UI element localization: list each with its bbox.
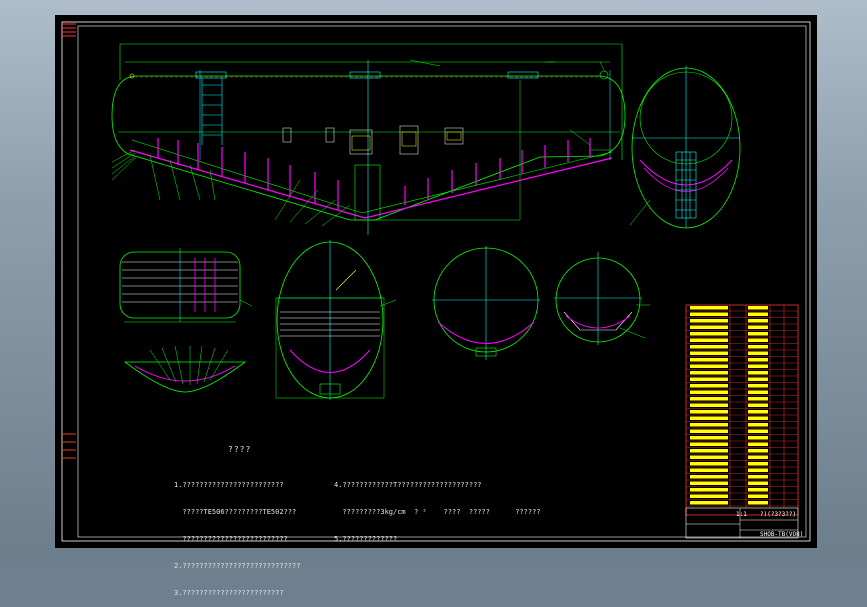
section-d-view bbox=[432, 246, 540, 360]
note-line: 1.???????????????????????? bbox=[174, 481, 284, 489]
table-row-text bbox=[748, 397, 768, 401]
table-row-text bbox=[748, 319, 768, 323]
section-plan-view bbox=[119, 248, 253, 323]
table-row-text bbox=[748, 377, 768, 381]
table-row-text bbox=[748, 436, 768, 440]
end-view-right bbox=[629, 66, 741, 229]
table-row-text bbox=[748, 429, 768, 433]
table-row-text bbox=[690, 390, 728, 394]
table-row-text bbox=[748, 351, 768, 355]
table-row-text bbox=[690, 332, 728, 336]
table-row-text bbox=[690, 351, 728, 355]
table-row-text bbox=[690, 410, 728, 414]
table-row-text bbox=[748, 364, 768, 368]
table-row-text bbox=[690, 429, 728, 433]
table-row-text bbox=[690, 338, 728, 342]
table-row-text bbox=[748, 325, 768, 329]
table-row-text bbox=[690, 358, 728, 362]
table-row-text bbox=[748, 468, 768, 472]
table-row-text bbox=[690, 384, 728, 388]
table-row-text bbox=[748, 410, 768, 414]
note-line: ?????TE506?????????TE502??? bbox=[174, 508, 297, 516]
table-row-text bbox=[690, 423, 728, 427]
table-row-text bbox=[690, 488, 728, 492]
table-row-text bbox=[748, 338, 768, 342]
table-row-text bbox=[748, 423, 768, 427]
table-row-text bbox=[748, 494, 768, 498]
section-e-view bbox=[554, 252, 650, 345]
table-row-text bbox=[748, 345, 768, 349]
table-row-text bbox=[690, 306, 728, 310]
table-row-text bbox=[690, 436, 728, 440]
main-tank-elevation bbox=[111, 43, 626, 235]
section-fan-view bbox=[123, 345, 247, 393]
title-block-scale: 1:1 bbox=[736, 511, 747, 518]
note-line: 3.???????????????????????? bbox=[174, 589, 284, 597]
note-line: ?????????3kg/cm ? ² ???? ????? ?????? bbox=[334, 508, 541, 516]
table-row-text bbox=[690, 416, 728, 420]
notes-title: ???? bbox=[228, 445, 252, 454]
table-row-text bbox=[748, 488, 768, 492]
title-block-name: ?)(?3?3??) bbox=[760, 511, 797, 518]
note-line: 4.????????????T???????????????????? bbox=[334, 481, 482, 489]
table-row-text bbox=[690, 364, 728, 368]
table-row-text bbox=[690, 481, 728, 485]
table-row-text bbox=[748, 442, 768, 446]
section-c-view bbox=[275, 240, 397, 400]
table-row-text bbox=[690, 397, 728, 401]
table-row-text bbox=[748, 462, 768, 466]
notes-column-2: 4.????????????T???????????????????? ????… bbox=[334, 463, 541, 553]
table-row-text bbox=[748, 403, 768, 407]
table-row-text bbox=[690, 475, 728, 479]
note-line: 2.???????????????????????????? bbox=[174, 562, 301, 570]
table-row-text bbox=[690, 403, 728, 407]
note-line: ????????????????????????? bbox=[174, 535, 288, 543]
table-row-text bbox=[690, 455, 728, 459]
table-row-text bbox=[690, 371, 728, 375]
parts-list-table bbox=[685, 304, 799, 539]
table-row-text bbox=[748, 475, 768, 479]
note-line: 5.????????????? bbox=[334, 535, 398, 543]
table-row-text bbox=[690, 501, 728, 505]
table-row-text bbox=[690, 449, 728, 453]
table-row-text bbox=[690, 468, 728, 472]
left-margin-marks bbox=[62, 23, 76, 459]
table-row-text bbox=[748, 455, 768, 459]
table-row-text bbox=[748, 358, 768, 362]
table-row-text bbox=[690, 312, 728, 316]
table-row-text bbox=[748, 332, 768, 336]
table-row-text bbox=[748, 306, 768, 310]
table-row-text bbox=[690, 325, 728, 329]
table-row-text bbox=[748, 384, 768, 388]
table-row-text bbox=[748, 390, 768, 394]
table-row-text bbox=[690, 494, 728, 498]
table-row-text bbox=[748, 449, 768, 453]
table-row-text bbox=[690, 462, 728, 466]
notes-column-1: 1.???????????????????????? ?????TE506???… bbox=[174, 463, 300, 607]
table-row-text bbox=[748, 371, 768, 375]
table-row-text bbox=[748, 481, 768, 485]
table-row-text bbox=[690, 377, 728, 381]
table-row-text bbox=[748, 312, 768, 316]
table-row-text bbox=[748, 501, 768, 505]
table-row-text bbox=[748, 416, 768, 420]
table-row-text bbox=[690, 319, 728, 323]
title-block-number: SHOB-TB(VO8) bbox=[760, 531, 804, 538]
table-row-text bbox=[690, 442, 728, 446]
table-row-text bbox=[690, 345, 728, 349]
